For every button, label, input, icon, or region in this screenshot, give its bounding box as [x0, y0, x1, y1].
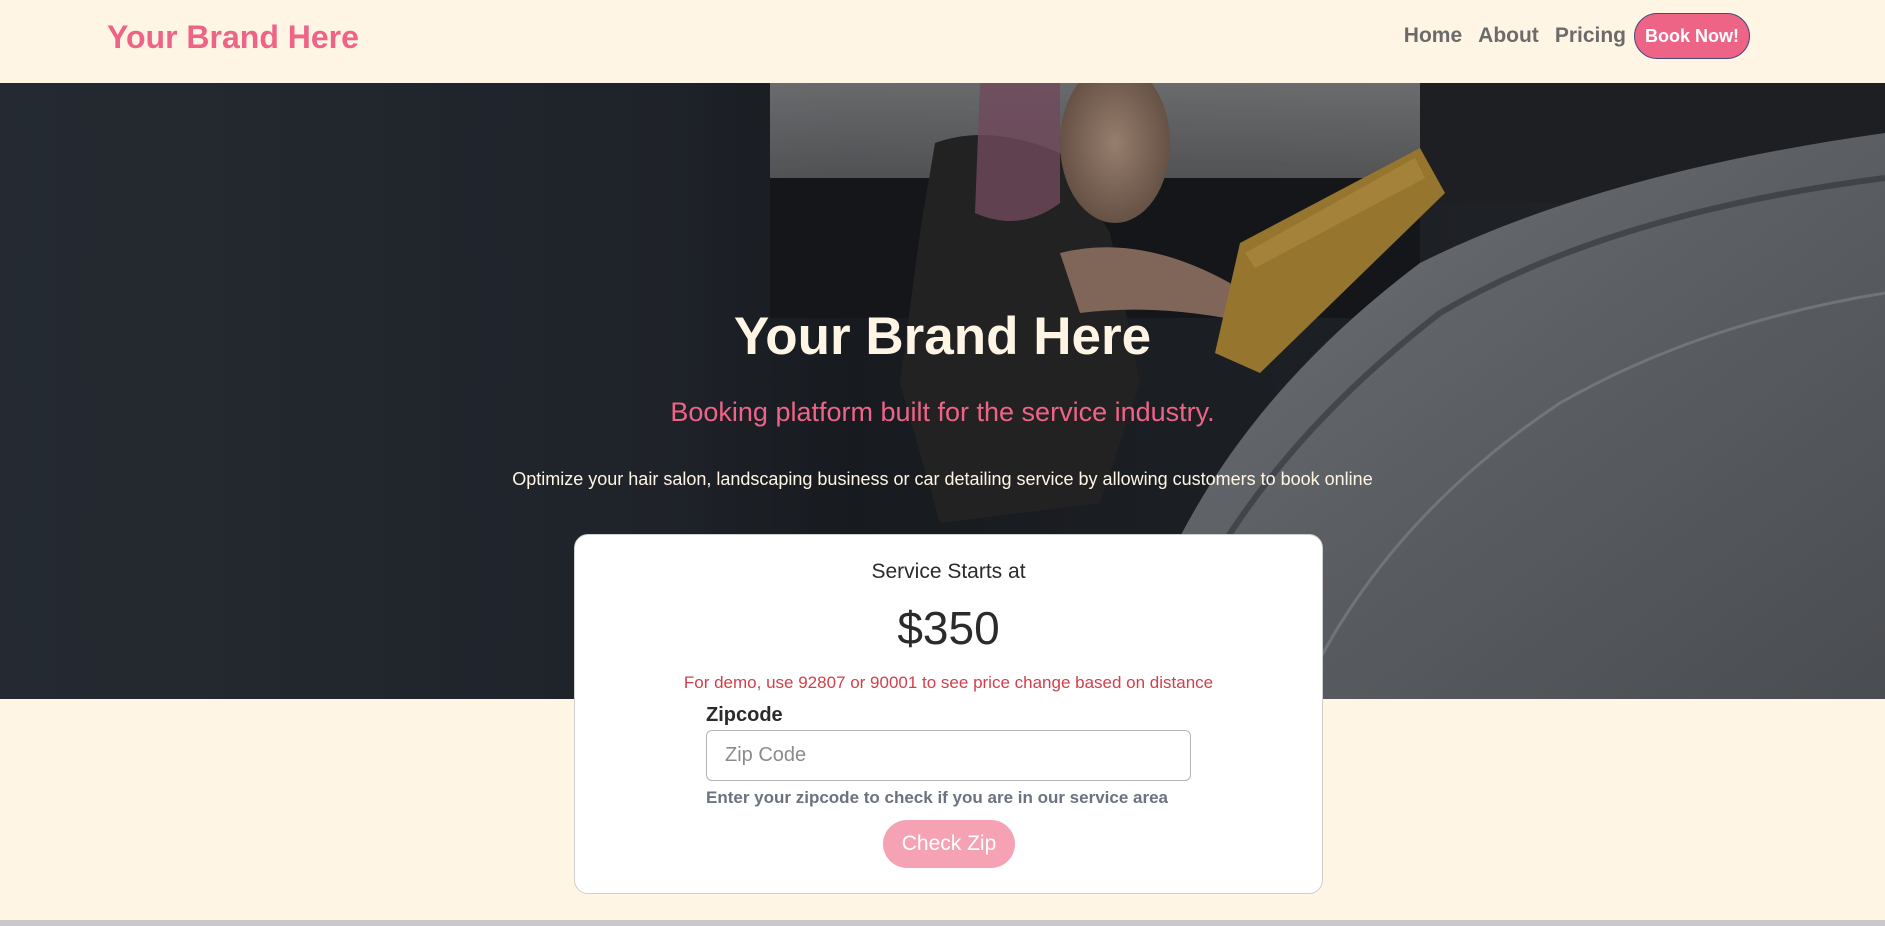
- book-now-button[interactable]: Book Now!: [1634, 13, 1750, 59]
- zipcode-help-text: Enter your zipcode to check if you are i…: [706, 788, 1168, 807]
- brand-logo-link[interactable]: Your Brand Here: [107, 18, 359, 56]
- zipcode-label: Zipcode: [706, 704, 783, 726]
- nav-link-home[interactable]: Home: [1404, 13, 1462, 59]
- hero-description: Optimize your hair salon, landscaping bu…: [512, 469, 1373, 489]
- zip-check-card: Service Starts at $350 For demo, use 928…: [574, 534, 1323, 894]
- page-bottom-divider: [0, 920, 1885, 926]
- nav-link-about[interactable]: About: [1478, 13, 1539, 59]
- price-value: $350: [897, 602, 1000, 654]
- nav-links: Home About Pricing Book Now!: [1404, 13, 1750, 59]
- check-zip-button[interactable]: Check Zip: [883, 820, 1015, 868]
- price-label: Service Starts at: [871, 560, 1026, 583]
- demo-note: For demo, use 92807 or 90001 to see pric…: [683, 673, 1214, 692]
- hero-subtitle: Booking platform built for the service i…: [670, 397, 1215, 427]
- navbar: Your Brand Here Home About Pricing Book …: [0, 0, 1885, 83]
- zipcode-input[interactable]: [706, 730, 1191, 781]
- hero-title: Your Brand Here: [733, 307, 1152, 366]
- nav-link-pricing[interactable]: Pricing: [1555, 13, 1626, 59]
